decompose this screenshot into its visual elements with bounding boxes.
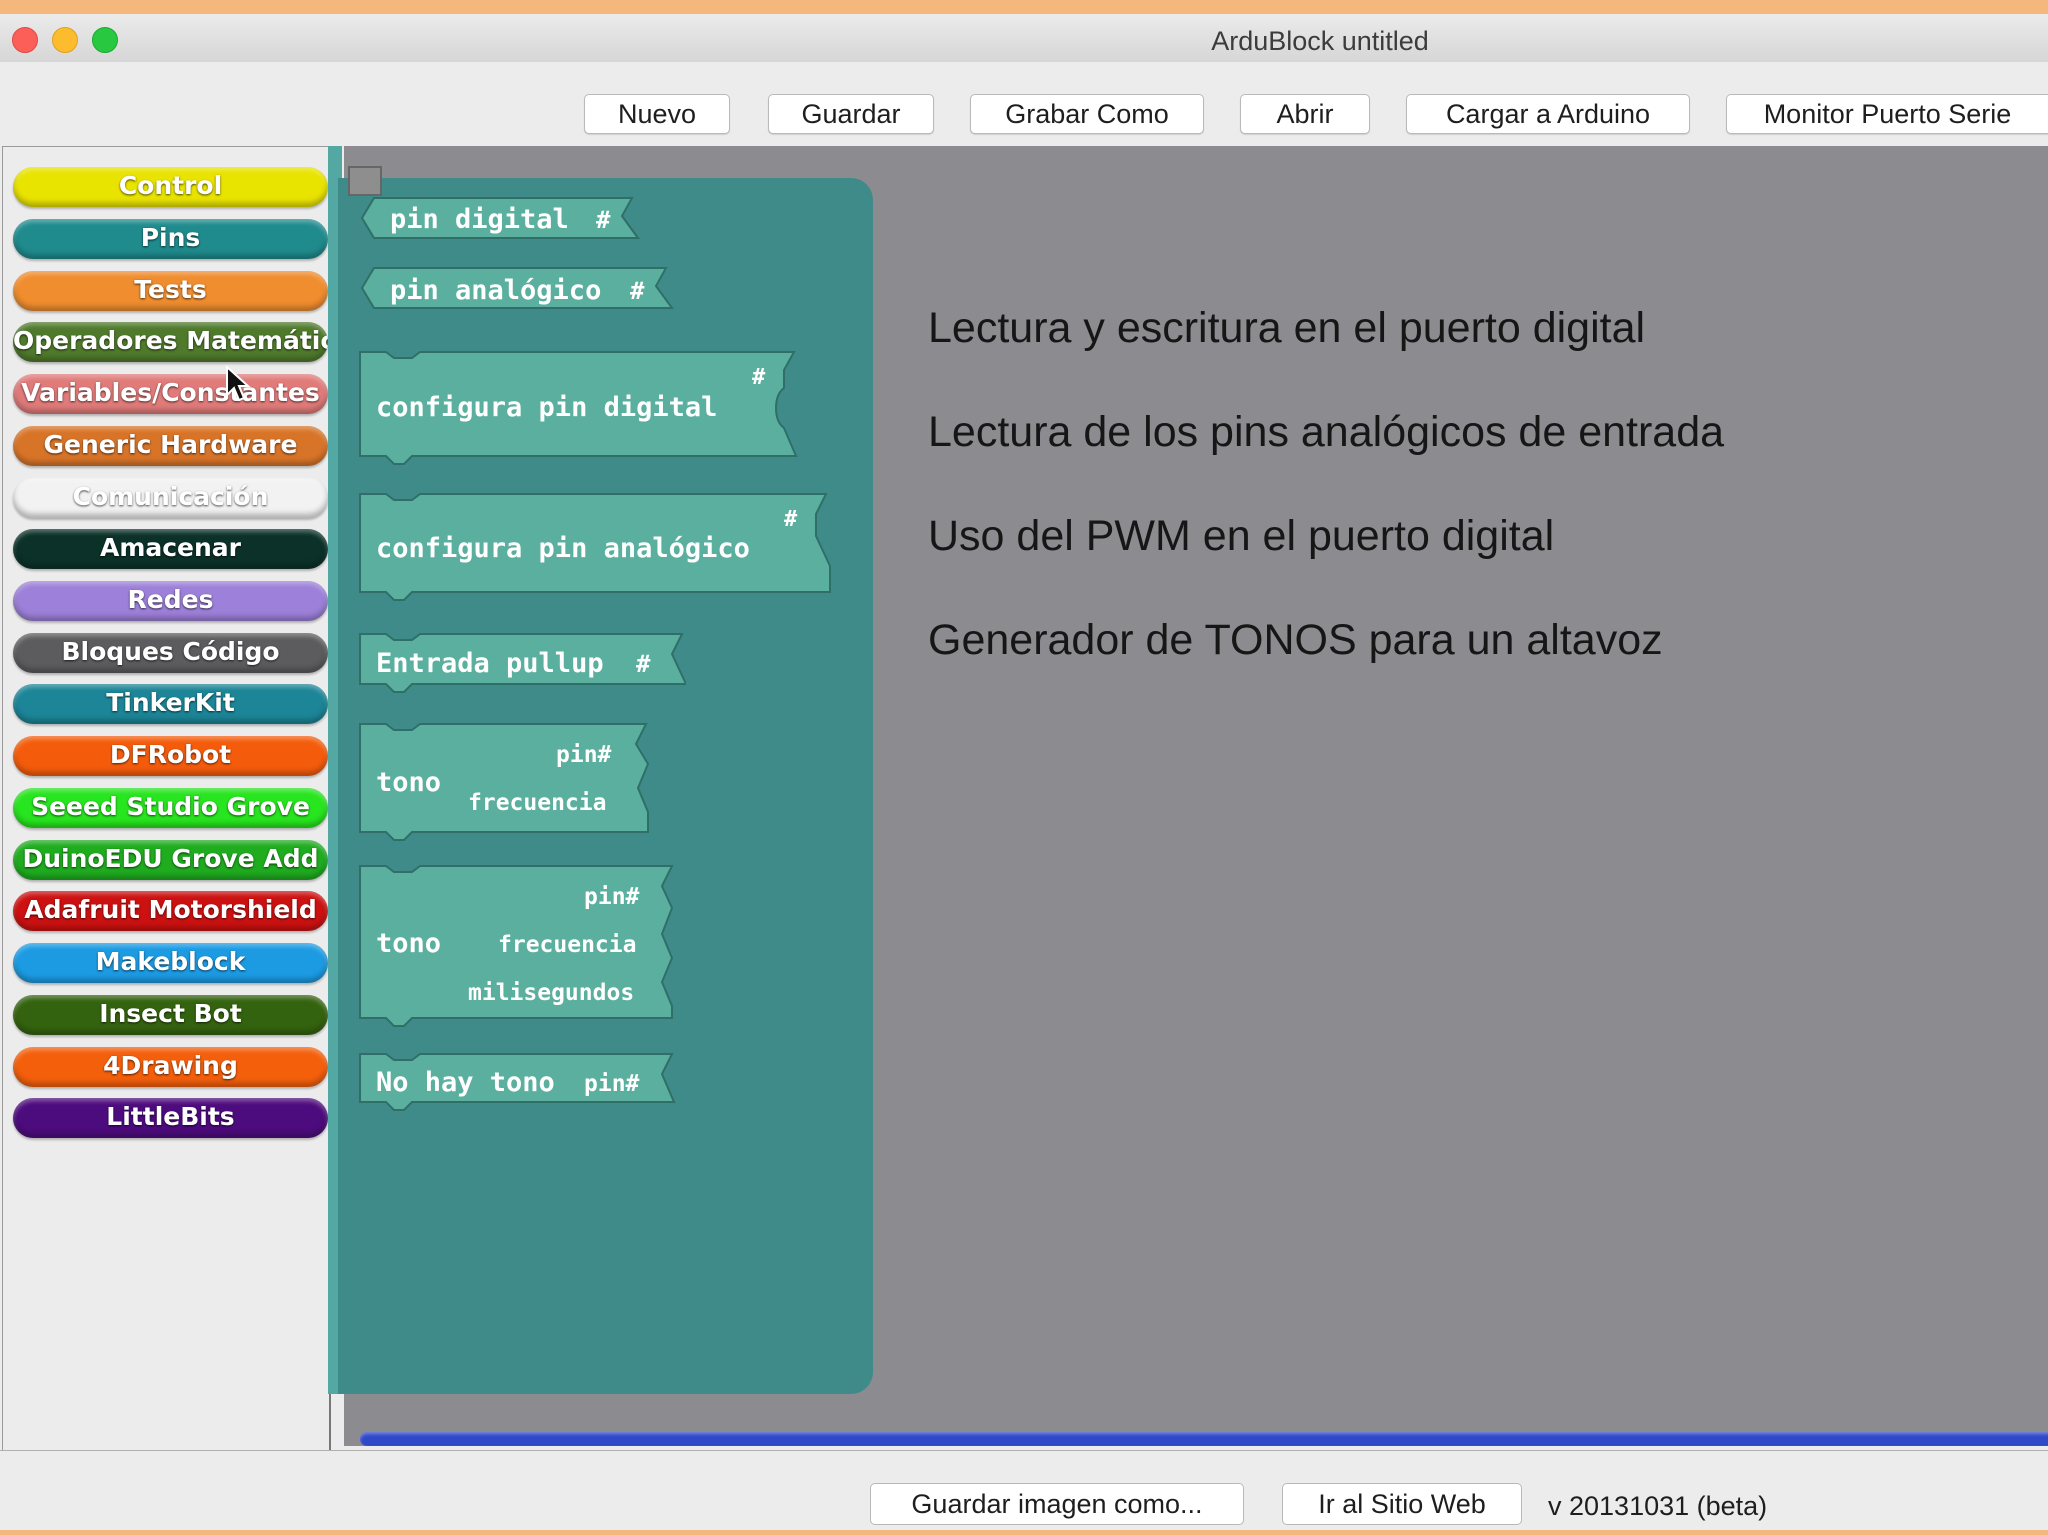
description-pwm: Uso del PWM en el puerto digital bbox=[928, 512, 1555, 560]
svg-text:#: # bbox=[636, 650, 651, 678]
category-variables[interactable]: Variables/Constantes bbox=[13, 374, 328, 414]
svg-text:Entrada pullup: Entrada pullup bbox=[376, 648, 604, 679]
svg-text:No hay tono: No hay tono bbox=[376, 1067, 555, 1098]
serial-monitor-button[interactable]: Monitor Puerto Serie bbox=[1726, 94, 2048, 134]
minimize-window-button[interactable] bbox=[52, 27, 78, 53]
go-to-website-button[interactable]: Ir al Sitio Web bbox=[1282, 1483, 1522, 1525]
toolbar: Nuevo Guardar Grabar Como Abrir Cargar a… bbox=[0, 62, 2048, 158]
svg-text:milisegundos: milisegundos bbox=[468, 980, 634, 1006]
title-bar: ArduBlock untitled bbox=[0, 14, 2048, 63]
close-window-button[interactable] bbox=[12, 27, 38, 53]
category-seeed-studio-grove[interactable]: Seeed Studio Grove bbox=[13, 788, 328, 828]
category-math-operators[interactable]: Operadores Matemáticos bbox=[13, 322, 328, 362]
svg-text:configura pin analógico: configura pin analógico bbox=[376, 533, 750, 564]
category-networks[interactable]: Redes bbox=[13, 581, 328, 621]
category-makeblock[interactable]: Makeblock bbox=[13, 943, 328, 983]
version-label: v 20131031 (beta) bbox=[1548, 1491, 1768, 1521]
category-communication[interactable]: Comunicación bbox=[13, 478, 328, 518]
block-configura-pin-analogico[interactable]: configura pin analógico # bbox=[356, 486, 846, 611]
svg-text:pin#: pin# bbox=[584, 884, 640, 910]
bottom-bar: Guardar imagen como... Ir al Sitio Web v… bbox=[0, 1450, 2048, 1530]
svg-text:#: # bbox=[752, 365, 766, 390]
description-tones: Generador de TONOS para un altavoz bbox=[928, 616, 1663, 664]
category-tinkerkit[interactable]: TinkerKit bbox=[13, 684, 328, 724]
description-analog-input: Lectura de los pins analógicos de entrad… bbox=[928, 408, 1725, 456]
category-generic-hardware[interactable]: Generic Hardware bbox=[13, 426, 328, 466]
mouse-cursor-icon bbox=[226, 365, 251, 402]
block-configura-pin-digital[interactable]: configura pin digital # bbox=[356, 344, 806, 474]
svg-text:frecuencia: frecuencia bbox=[498, 932, 636, 958]
category-storage[interactable]: Amacenar bbox=[13, 529, 328, 569]
category-4drawing[interactable]: 4Drawing bbox=[13, 1047, 328, 1087]
description-digital-io: Lectura y escritura en el puerto digital bbox=[928, 304, 1646, 352]
svg-text:pin analógico: pin analógico bbox=[390, 275, 601, 306]
block-no-hay-tono[interactable]: No hay tono pin# bbox=[356, 1046, 686, 1126]
upload-to-arduino-button[interactable]: Cargar a Arduino bbox=[1406, 94, 1690, 134]
svg-text:configura pin digital: configura pin digital bbox=[376, 392, 717, 423]
svg-text:pin digital: pin digital bbox=[390, 204, 569, 235]
save-as-button[interactable]: Grabar Como bbox=[970, 94, 1204, 134]
zoom-window-button[interactable] bbox=[92, 27, 118, 53]
svg-text:tono: tono bbox=[376, 928, 441, 959]
category-tests[interactable]: Tests bbox=[13, 271, 328, 311]
block-entrada-pullup[interactable]: Entrada pullup # bbox=[356, 626, 686, 706]
save-image-button[interactable]: Guardar imagen como... bbox=[870, 1483, 1244, 1525]
svg-text:frecuencia: frecuencia bbox=[468, 790, 606, 816]
category-littlebits[interactable]: LittleBits bbox=[13, 1098, 328, 1138]
window-title: ArduBlock untitled bbox=[1211, 26, 1429, 56]
svg-text:pin#: pin# bbox=[584, 1071, 640, 1097]
block-pin-digital[interactable]: pin digital # bbox=[356, 192, 656, 252]
block-pin-analogico[interactable]: pin analógico # bbox=[356, 262, 686, 322]
svg-text:pin#: pin# bbox=[556, 742, 612, 768]
category-control[interactable]: Control bbox=[13, 167, 328, 207]
block-tono[interactable]: tono pin# frecuencia bbox=[356, 716, 676, 851]
svg-text:tono: tono bbox=[376, 767, 441, 798]
category-pins[interactable]: Pins bbox=[13, 219, 328, 259]
save-button[interactable]: Guardar bbox=[768, 94, 934, 134]
category-adafruit-motorshield[interactable]: Adafruit Motorshield bbox=[13, 891, 328, 931]
svg-text:#: # bbox=[630, 277, 645, 305]
category-insect-bot[interactable]: Insect Bot bbox=[13, 995, 328, 1035]
ardublock-window: ArduBlock untitled Nuevo Guardar Grabar … bbox=[0, 14, 2048, 1530]
category-duinoedu-grove-add[interactable]: DuinoEDU Grove Add bbox=[13, 840, 328, 880]
svg-text:#: # bbox=[596, 206, 611, 234]
category-code-blocks[interactable]: Bloques Código bbox=[13, 633, 328, 673]
category-dfrobot[interactable]: DFRobot bbox=[13, 736, 328, 776]
category-palette: Control Pins Tests Operadores Matemático… bbox=[2, 146, 331, 1452]
svg-text:#: # bbox=[784, 507, 798, 532]
block-tono-milisegundos[interactable]: tono pin# frecuencia milisegundos bbox=[356, 858, 686, 1038]
new-button[interactable]: Nuevo bbox=[584, 94, 730, 134]
open-button[interactable]: Abrir bbox=[1240, 94, 1370, 134]
horizontal-scrollbar[interactable] bbox=[360, 1432, 2048, 1446]
